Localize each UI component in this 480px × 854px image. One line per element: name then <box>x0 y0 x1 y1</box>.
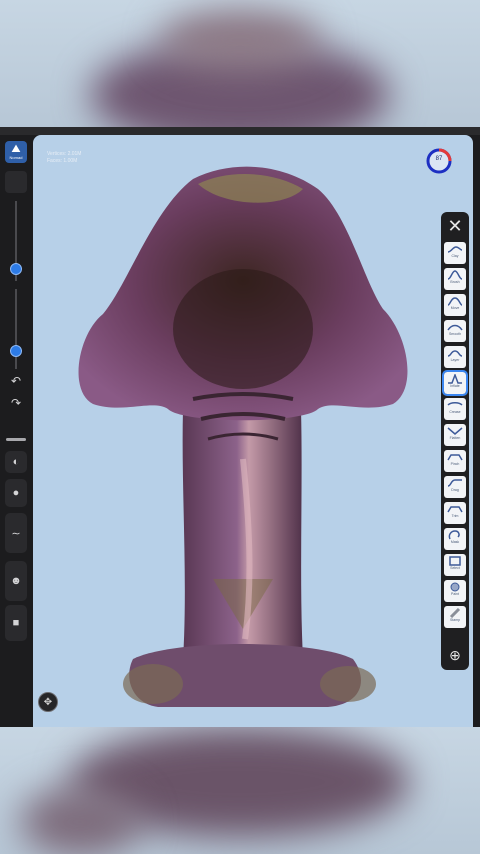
clay-icon <box>447 246 463 253</box>
brush-label: Trim <box>451 514 459 518</box>
brush-inflate[interactable]: Inflate <box>442 370 468 396</box>
brush-label: Inflate <box>450 384 460 388</box>
brush-crease[interactable]: Crease <box>444 398 466 420</box>
brush-label: Flatten <box>449 436 461 440</box>
pinch-icon <box>447 454 463 461</box>
brush-label: Crease <box>449 410 461 414</box>
app-logo-button[interactable]: ⛰ Nomad <box>5 141 27 163</box>
paint-icon <box>450 582 460 592</box>
light-icon[interactable]: ● <box>5 479 27 507</box>
smooth-icon <box>447 324 463 331</box>
stroke-icon[interactable]: ∼ <box>5 513 27 553</box>
brush-label: Select <box>450 566 460 570</box>
brush-label: Mask <box>450 540 460 544</box>
shading-icon[interactable]: ◐ <box>5 451 27 473</box>
brush-label: Move <box>450 306 460 310</box>
3d-viewport[interactable]: Vertices: 2.01M Faces: 1.00M 87 ✥ <box>33 135 473 727</box>
undo-icon[interactable]: ↶ <box>7 373 25 389</box>
brush-paint[interactable]: Paint <box>444 580 466 602</box>
brush-mask[interactable]: Mask <box>444 528 466 550</box>
brush-label: Smooth <box>448 332 462 336</box>
brush-label: Drag <box>451 488 459 492</box>
progress-label: 87 <box>435 156 443 162</box>
blurred-background-top <box>0 0 480 127</box>
brush-flatten[interactable]: Flatten <box>444 424 466 446</box>
app-logo-label: Nomad <box>9 155 23 160</box>
brush-clay[interactable]: Clay <box>444 242 466 264</box>
brush-toolbar: ✕ Clay Brush Move Smooth Layer Inflate C… <box>441 212 469 670</box>
panel-divider <box>6 438 26 441</box>
view-gizmo-button[interactable]: ✥ <box>38 692 58 712</box>
redo-icon[interactable]: ↷ <box>7 395 25 411</box>
brush-select[interactable]: Select <box>444 554 466 576</box>
camera-icon[interactable]: ■ <box>5 605 27 641</box>
blurred-background-bottom <box>0 727 480 854</box>
crease-icon <box>447 402 463 406</box>
vertex-count: Vertices: 2.01M <box>47 151 82 157</box>
brush-label: Paint <box>451 592 459 596</box>
close-icon[interactable]: ✕ <box>444 215 466 237</box>
brush-smooth[interactable]: Smooth <box>444 320 466 342</box>
brush-trim[interactable]: Trim <box>444 502 466 524</box>
brush-drag[interactable]: Drag <box>444 476 466 498</box>
intensity-slider-handle[interactable] <box>10 345 22 357</box>
mask-icon <box>448 530 460 540</box>
brush-label: Stamp <box>449 618 461 622</box>
move-icon <box>447 297 463 306</box>
stamp-icon <box>449 608 461 618</box>
nomad-logo-icon: ⛰ <box>11 143 21 155</box>
drag-icon <box>447 479 462 487</box>
transform-gizmo-icon[interactable]: ⊕ <box>444 644 466 666</box>
left-panel: ⛰ Nomad ↶ ↷ ◐ ● ∼ ☻ ■ <box>0 135 33 727</box>
radius-slider-handle[interactable] <box>10 263 22 275</box>
inflate-icon <box>448 374 462 384</box>
brush-label: Pinch <box>450 462 460 466</box>
progress-ring[interactable]: 87 <box>425 147 453 175</box>
top-status-bar <box>0 127 480 135</box>
brush-label: Brush <box>450 280 460 284</box>
brush-label: Clay <box>451 254 459 258</box>
flatten-icon <box>447 427 463 435</box>
file-button[interactable] <box>5 171 27 193</box>
app-window: ⛰ Nomad ↶ ↷ ◐ ● ∼ ☻ ■ Vertices: 2.01M Fa… <box>0 127 480 727</box>
brush-brush[interactable]: Brush <box>444 268 466 290</box>
layer-icon <box>447 350 463 357</box>
brush-pinch[interactable]: Pinch <box>444 450 466 472</box>
brush-move[interactable]: Move <box>444 294 466 316</box>
select-icon <box>449 556 461 566</box>
brush-layer[interactable]: Layer <box>444 346 466 368</box>
face-icon[interactable]: ☻ <box>5 561 27 601</box>
trim-icon <box>447 506 463 513</box>
sculpt-model[interactable] <box>63 159 423 719</box>
brush-stroke-icon <box>447 270 463 280</box>
intensity-slider-track[interactable] <box>15 289 17 369</box>
brush-label: Layer <box>450 358 460 362</box>
brush-stamp[interactable]: Stamp <box>444 606 466 628</box>
